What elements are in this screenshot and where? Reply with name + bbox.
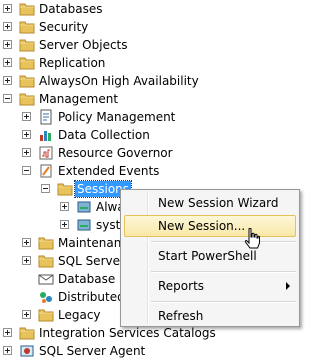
tree-node-label: Server Objects (39, 38, 128, 52)
menu-item-refresh[interactable]: Refresh (124, 305, 296, 327)
tree-node[interactable]: Policy Management (0, 108, 308, 126)
tree-node[interactable]: Databases (0, 0, 308, 18)
expand-icon[interactable] (22, 310, 31, 319)
menu-item-new-session-wizard[interactable]: New Session Wizard (124, 192, 296, 214)
tree-node-label: Extended Events (58, 164, 160, 178)
collapse-icon[interactable] (3, 94, 12, 103)
tree-node[interactable]: Extended Events (0, 162, 308, 180)
collapse-icon[interactable] (22, 166, 31, 175)
tree-node[interactable]: Resource Governor (0, 144, 308, 162)
menu-item-new-session[interactable]: New Session... (124, 215, 296, 237)
tree-node-label: Data Collection (58, 128, 150, 142)
tree-node-label: Policy Management (58, 110, 176, 124)
expand-icon[interactable] (22, 238, 31, 247)
tree-node[interactable]: SQL Server Agent (0, 342, 308, 360)
data-collection-icon (38, 127, 54, 143)
context-menu: New Session Wizard New Session... Start Po… (120, 189, 300, 327)
expand-icon[interactable] (22, 112, 31, 121)
tree-node-label: Maintenanc (58, 236, 128, 250)
expand-icon[interactable] (3, 22, 12, 31)
expand-icon[interactable] (3, 328, 12, 337)
distributed-transaction-icon (38, 289, 54, 305)
tree-node-label: Replication (39, 56, 106, 70)
extended-events-icon (38, 163, 54, 179)
folder-icon (38, 235, 54, 251)
tree-node-label: Databases (39, 2, 103, 16)
tree-node[interactable]: Server Objects (0, 36, 308, 54)
folder-icon (19, 55, 35, 71)
menu-separator (151, 271, 296, 273)
menu-item-label: Start PowerShell (158, 249, 257, 263)
resource-governor-icon (38, 145, 54, 161)
expand-icon[interactable] (60, 220, 69, 229)
tree-node-label: Management (39, 92, 119, 106)
tree-node-label: Resource Governor (58, 146, 173, 160)
menu-item-start-powershell[interactable]: Start PowerShell (124, 245, 296, 267)
collapse-icon[interactable] (41, 184, 50, 193)
policy-management-icon (38, 109, 54, 125)
expand-icon[interactable] (3, 58, 12, 67)
menu-item-label: Reports (158, 279, 205, 293)
folder-icon (57, 181, 73, 197)
session-icon (76, 199, 92, 215)
mouse-cursor-icon (244, 228, 260, 249)
tree-node[interactable]: Replication (0, 54, 308, 72)
folder-icon (19, 1, 35, 17)
menu-item-reports[interactable]: Reports (124, 275, 296, 297)
tree-node[interactable]: AlwaysOn High Availability (0, 72, 308, 90)
expand-icon[interactable] (3, 40, 12, 49)
folder-icon (38, 307, 54, 323)
session-icon (76, 217, 92, 233)
database-mail-icon (38, 271, 54, 287)
tree-node-label: Security (39, 20, 89, 34)
submenu-arrow-icon (286, 282, 290, 290)
tree-node-label: Legacy (58, 308, 101, 322)
expand-icon[interactable] (3, 76, 12, 85)
menu-item-label: New Session... (158, 219, 246, 233)
expand-icon[interactable] (22, 256, 31, 265)
menu-item-label: New Session Wizard (158, 196, 279, 210)
tree-node-label: Integration Services Catalogs (39, 326, 216, 340)
expand-icon[interactable] (60, 202, 69, 211)
tree-node-label: SQL Server Agent (39, 344, 146, 358)
expand-icon[interactable] (3, 4, 12, 13)
folder-icon (19, 91, 35, 107)
folder-icon (19, 19, 35, 35)
menu-separator (151, 301, 296, 303)
tree-node[interactable]: Management (0, 90, 308, 108)
menu-separator (151, 241, 296, 243)
menu-item-label: Refresh (158, 309, 204, 323)
folder-icon (19, 73, 35, 89)
folder-icon (19, 37, 35, 53)
folder-icon (19, 325, 35, 341)
sql-server-agent-icon (19, 343, 35, 359)
expand-icon[interactable] (22, 130, 31, 139)
folder-icon (38, 253, 54, 269)
expand-icon[interactable] (3, 346, 12, 355)
tree-node[interactable]: Data Collection (0, 126, 308, 144)
tree-node-label: Database M (58, 272, 130, 286)
tree-node[interactable]: Security (0, 18, 308, 36)
tree-node-label: AlwaysOn High Availability (39, 74, 199, 88)
expand-icon[interactable] (22, 148, 31, 157)
